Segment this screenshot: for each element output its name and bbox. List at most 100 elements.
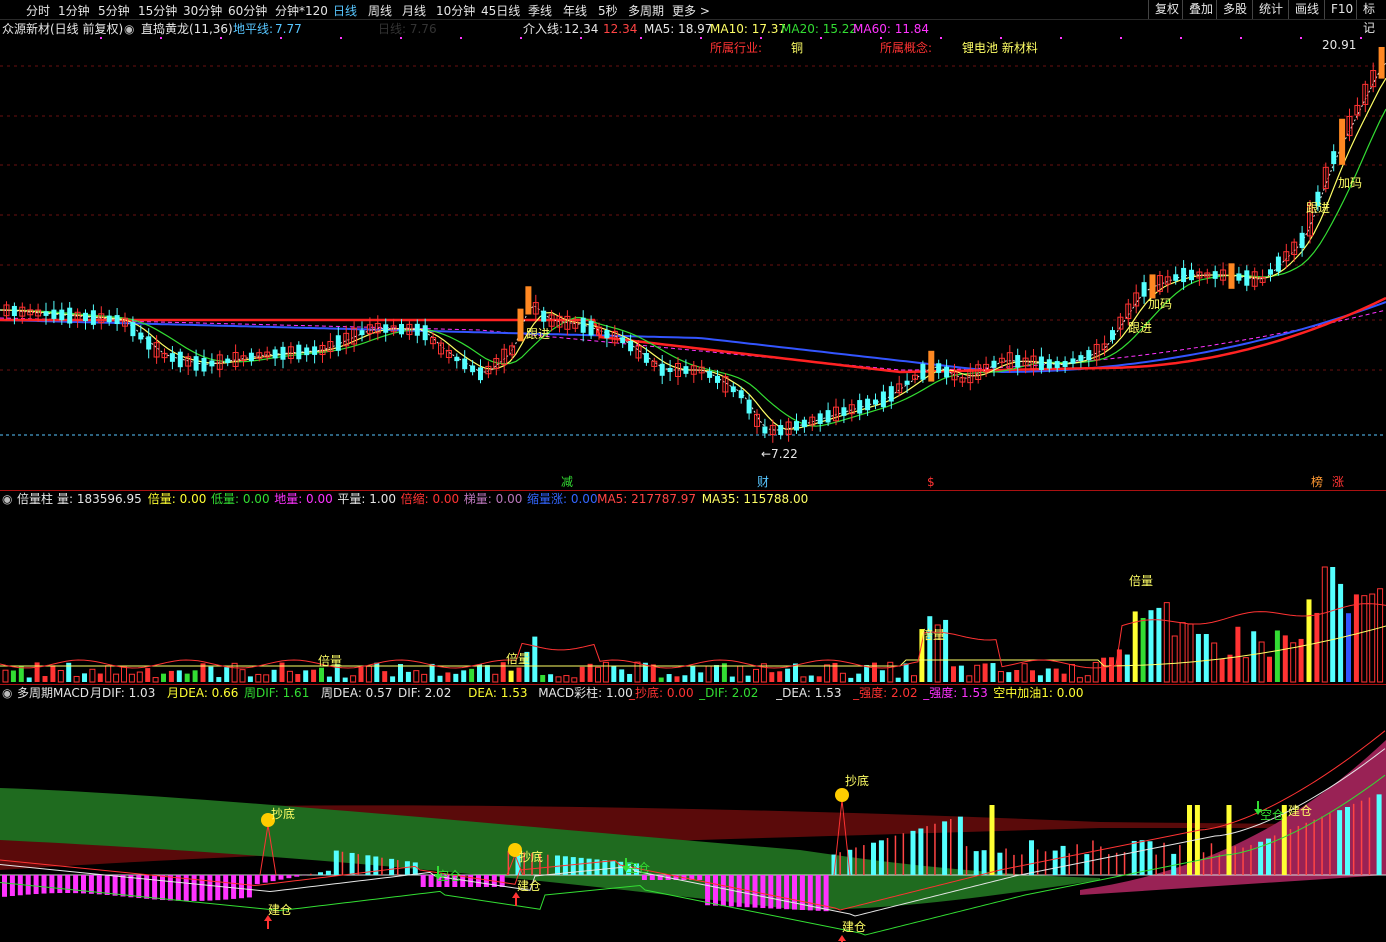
volume-bar: [563, 675, 570, 683]
macd-legend-item-9: _DEA: 1.53: [776, 686, 842, 700]
timeframe-8[interactable]: 周线: [368, 2, 392, 19]
candle-down: [106, 315, 112, 323]
candlestick-chart[interactable]: [0, 20, 1386, 490]
toolbar-button-3[interactable]: 统计: [1252, 0, 1289, 19]
macd-bar: [128, 875, 134, 898]
top-dot: [460, 37, 462, 39]
macd-bar: [1005, 848, 1007, 875]
timeframe-12[interactable]: 季线: [528, 2, 552, 19]
macd-bar: [586, 858, 592, 875]
volume-bar: [128, 673, 135, 683]
volume-bar: [239, 669, 246, 683]
timeframe-9[interactable]: 月线: [402, 2, 426, 19]
macd-chart[interactable]: [0, 700, 1386, 942]
toolbar-button-2[interactable]: 多股: [1216, 0, 1253, 19]
macd-bar: [207, 875, 213, 901]
volume-chart[interactable]: [0, 506, 1386, 684]
candle-down: [1062, 361, 1068, 368]
toolbar-button-0[interactable]: 复权: [1148, 0, 1185, 19]
marker-rank[interactable]: 榜: [1311, 475, 1323, 489]
macd-bar: [278, 875, 284, 880]
candle-down: [794, 421, 799, 431]
volume-bar: [184, 673, 190, 682]
macd-legend-item-6: MACD彩柱: 1.00: [538, 686, 633, 700]
macd-legend-item-5: DEA: 1.53: [468, 686, 528, 700]
timeframe-2[interactable]: 5分钟: [98, 2, 130, 19]
timeframe-10[interactable]: 10分钟: [436, 2, 475, 19]
volume-bar: [745, 675, 751, 682]
vol-legend-item-1: 倍量: 0.00: [147, 492, 207, 506]
candle-down: [841, 407, 847, 416]
macd-bar: [112, 875, 118, 896]
volume-bar: [82, 673, 87, 682]
macd-legend-item-8: _DIF: 2.02: [699, 686, 759, 700]
timeframe-1[interactable]: 1分钟: [58, 2, 90, 19]
volume-bar: [1267, 656, 1272, 682]
period-toolbar: 分时 1分钟 5分钟 15分钟 30分钟 60分钟 分钟*120 日线 周线 月线 10分钟 45日线…: [0, 0, 1386, 35]
candle-down: [138, 332, 144, 340]
candle-down: [936, 363, 942, 373]
top-dot: [880, 37, 882, 39]
timeframe-16[interactable]: 更多 >: [672, 2, 710, 19]
candle-down: [683, 366, 689, 374]
volume-bar: [879, 670, 885, 682]
volume-bar: [1242, 657, 1249, 683]
volume-bar: [405, 671, 411, 682]
candle-down: [865, 398, 871, 411]
volume-bar: [445, 672, 451, 682]
candle-down: [628, 340, 634, 352]
timeframe-11[interactable]: 45日线: [481, 2, 520, 19]
macd-bar: [1155, 854, 1157, 875]
macd-bar: [199, 875, 205, 901]
toolbar-button-5[interactable]: F10: [1324, 0, 1359, 19]
volume-bar: [808, 675, 814, 682]
marker-dividend[interactable]: $: [927, 475, 935, 489]
timeframe-15[interactable]: 多周期: [628, 2, 664, 19]
candle-down: [1181, 267, 1187, 283]
volume-bar: [358, 666, 364, 682]
timeframe-6[interactable]: 分钟*120: [275, 2, 328, 19]
timeframe-5[interactable]: 60分钟: [228, 2, 267, 19]
annotation-follow: 跟进: [1306, 201, 1331, 215]
volume-bar: [666, 674, 672, 682]
volume-bar: [800, 676, 807, 683]
candle-down: [470, 365, 476, 373]
macd-panel-title[interactable]: 多周期MACD: [17, 686, 89, 700]
volume-bar: [461, 670, 467, 682]
volume-bar: [1306, 599, 1312, 682]
macd-bar: [1352, 803, 1355, 875]
macd-bar: [389, 858, 395, 875]
macd-bar: [1218, 854, 1221, 875]
timeframe-7[interactable]: 日线: [333, 2, 357, 19]
marker-rise[interactable]: 涨: [1332, 475, 1344, 489]
candle-down: [146, 336, 152, 350]
volume-bar: [1227, 654, 1233, 682]
marker-reduce[interactable]: 减: [561, 475, 573, 489]
volume-bar: [856, 673, 862, 682]
timeframe-4[interactable]: 30分钟: [183, 2, 222, 19]
candle-down: [588, 321, 594, 336]
timeframe-13[interactable]: 年线: [563, 2, 587, 19]
toolbar-button-6[interactable]: 标记: [1356, 0, 1386, 35]
marker-finance[interactable]: 财: [757, 475, 769, 489]
volume-bar: [429, 663, 435, 682]
volume-bar: [690, 665, 696, 682]
candle-down: [778, 425, 784, 435]
volume-bar: [350, 675, 357, 683]
toolbar-button-4[interactable]: 画线: [1288, 0, 1325, 19]
macd-bar: [57, 875, 63, 894]
toolbar-button-1[interactable]: 叠加: [1182, 0, 1219, 19]
top-dot: [640, 37, 642, 39]
timeframe-0[interactable]: 分时: [26, 2, 50, 19]
volume-panel-title[interactable]: 倍量柱: [17, 492, 53, 506]
volume-bar: [1346, 613, 1351, 682]
volume-bar: [548, 674, 554, 682]
macd-bar: [483, 875, 489, 887]
volume-settings-icon[interactable]: ◉: [2, 492, 12, 506]
up-arrow-icon: [264, 915, 272, 929]
timeframe-14[interactable]: 5秒: [598, 2, 618, 19]
candle-big-up: [1378, 46, 1385, 79]
top-dot: [580, 37, 582, 39]
timeframe-3[interactable]: 15分钟: [138, 2, 177, 19]
macd-settings-icon[interactable]: ◉: [2, 686, 12, 700]
